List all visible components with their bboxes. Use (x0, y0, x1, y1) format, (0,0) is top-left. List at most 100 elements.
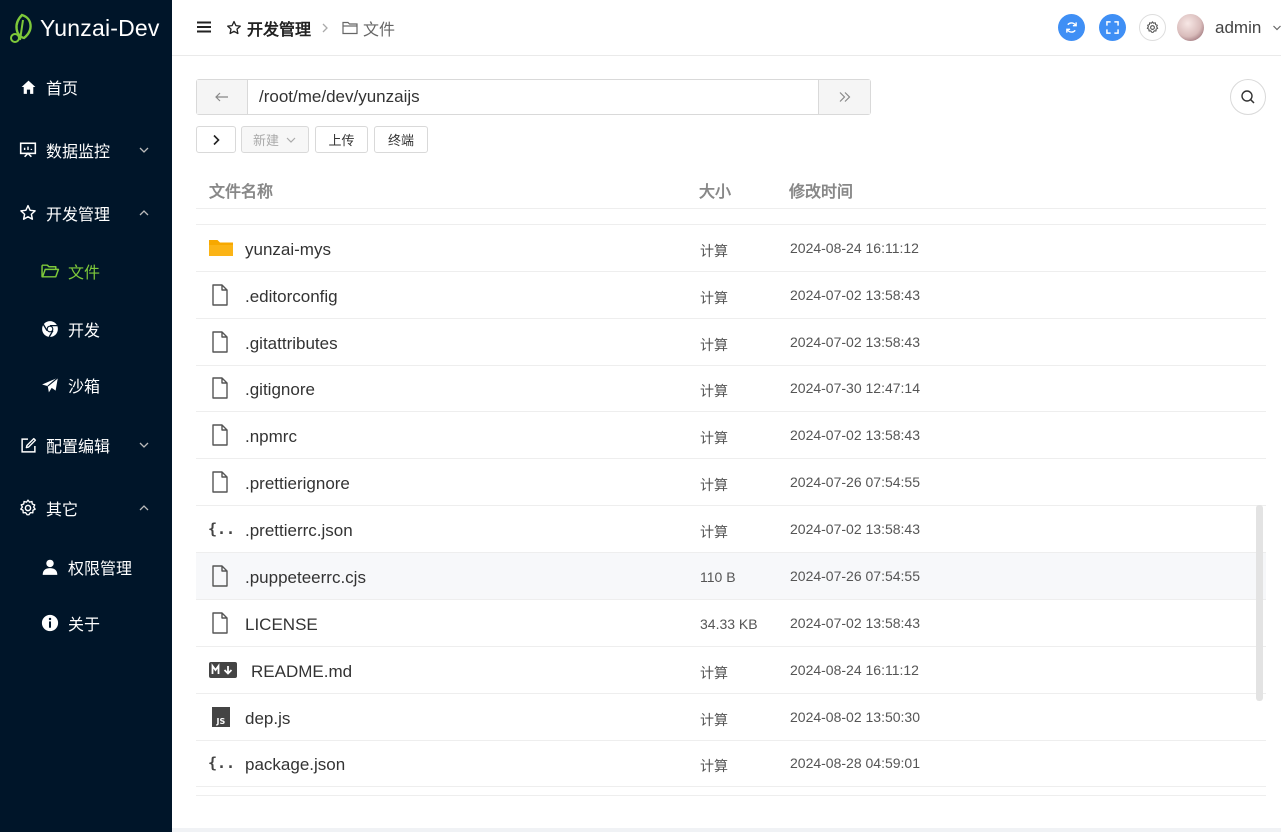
sidebar-item-about[interactable]: 关于 (0, 603, 172, 643)
file-time: 2024-07-26 07:54:55 (790, 474, 920, 490)
sidebar-item-sandbox[interactable]: 沙箱 (0, 365, 172, 405)
table-row[interactable]: .gitignore 计算 2024-07-30 12:47:14 (196, 365, 1266, 412)
table-row[interactable]: JS dep.js 计算 2024-08-02 13:50:30 (196, 694, 1266, 741)
expand-button[interactable] (196, 126, 236, 153)
file-icon (212, 612, 228, 634)
file-time: 2024-07-02 13:58:43 (790, 521, 920, 537)
file-name[interactable]: LICENSE (245, 615, 318, 635)
sidebar-item-other[interactable]: 其它 (0, 488, 172, 528)
file-name[interactable]: README.md (251, 662, 352, 682)
table-header: 文件名称 大小 修改时间 (196, 166, 1266, 209)
file-name[interactable]: .puppeteerrc.cjs (245, 568, 366, 588)
file-size[interactable]: 计算 (700, 756, 728, 776)
breadcrumb-dev-management[interactable]: 开发管理 (226, 0, 311, 56)
sidebar: Yunzai-Dev 首页 数据监控 开发管理 文件 开发 沙箱 配置编辑 其它… (0, 0, 172, 832)
column-header-name[interactable]: 文件名称 (209, 178, 273, 202)
table-row[interactable]: README.md 计算 2024-08-24 16:11:12 (196, 647, 1266, 694)
file-name[interactable]: .npmrc (245, 427, 297, 447)
sidebar-item-dev-management[interactable]: 开发管理 (0, 193, 172, 233)
file-icon (212, 471, 228, 493)
file-name[interactable]: .prettierignore (245, 474, 350, 494)
file-size[interactable]: 计算 (700, 288, 728, 308)
file-size[interactable]: 110 B (700, 569, 736, 585)
sidebar-item-files[interactable]: 文件 (0, 251, 172, 291)
sidebar-item-label: 开发管理 (46, 207, 111, 224)
file-name[interactable]: .prettierrc.json (245, 521, 353, 541)
refresh-button[interactable] (1058, 14, 1085, 41)
search-button[interactable] (1230, 79, 1266, 115)
column-header-size[interactable]: 大小 (699, 178, 731, 202)
breadcrumb-label: 开发管理 (247, 22, 312, 39)
upload-button[interactable]: 上传 (315, 126, 368, 153)
file-size[interactable]: 计算 (700, 710, 728, 730)
new-label: 新建 (252, 133, 279, 148)
new-dropdown-button[interactable]: 新建 (241, 126, 309, 153)
settings-button[interactable] (1139, 14, 1166, 41)
file-size[interactable]: 计算 (700, 663, 728, 683)
table-row[interactable]: .editorconfig 计算 2024-07-02 13:58:43 (196, 272, 1266, 319)
avatar[interactable] (1177, 14, 1204, 41)
file-name[interactable]: yunzai-mys (245, 240, 331, 260)
file-size[interactable]: 34.33 KB (700, 616, 758, 632)
markdown-file-icon (209, 662, 237, 678)
table-row[interactable]: {..} package.json 计算 2024-08-28 04:59:01 (196, 740, 1266, 787)
file-name[interactable]: dep.js (245, 709, 290, 729)
chevron-down-icon[interactable] (1273, 24, 1281, 32)
table-scrollbar[interactable] (1256, 505, 1263, 701)
file-size[interactable]: 计算 (700, 381, 728, 401)
table-row[interactable]: .npmrc 计算 2024-07-02 13:58:43 (196, 412, 1266, 459)
chevron-up-icon (139, 210, 149, 216)
file-icon (212, 377, 228, 399)
file-size[interactable]: 计算 (700, 475, 728, 495)
file-time: 2024-07-02 13:58:43 (790, 334, 920, 350)
leaf-logo-icon (10, 13, 32, 43)
breadcrumb-label: 文件 (363, 22, 396, 39)
sidebar-item-home[interactable]: 首页 (0, 67, 172, 107)
fullscreen-button[interactable] (1099, 14, 1126, 41)
username[interactable]: admin (1215, 18, 1261, 38)
svg-text:JS: JS (216, 717, 226, 726)
sidebar-item-label: 关于 (68, 617, 101, 634)
sidebar-item-label: 开发 (68, 323, 101, 340)
sidebar-item-develop[interactable]: 开发 (0, 309, 172, 349)
file-time: 2024-08-28 04:59:01 (790, 755, 920, 771)
file-name[interactable]: .gitignore (245, 380, 315, 400)
folder-icon (209, 240, 233, 256)
file-time: 2024-08-24 16:11:12 (790, 662, 919, 678)
sidebar-item-config-edit[interactable]: 配置编辑 (0, 425, 172, 465)
logo[interactable]: Yunzai-Dev (0, 0, 172, 56)
sidebar-item-label: 其它 (46, 502, 79, 519)
file-size[interactable]: 计算 (700, 428, 728, 448)
table-row[interactable]: .puppeteerrc.cjs 110 B 2024-07-26 07:54:… (196, 553, 1266, 600)
go-button[interactable] (818, 80, 870, 114)
breadcrumb-files[interactable]: 文件 (342, 0, 395, 56)
file-name[interactable]: .gitattributes (245, 334, 338, 354)
sidebar-item-data-monitor[interactable]: 数据监控 (0, 130, 172, 170)
file-size[interactable]: 计算 (700, 335, 728, 355)
search-icon (1241, 90, 1255, 104)
menu-toggle-icon[interactable] (196, 19, 212, 35)
table-row[interactable]: {..} .prettierrc.json 计算 2024-07-02 13:5… (196, 506, 1266, 553)
send-icon (40, 375, 60, 395)
file-name[interactable]: .editorconfig (245, 287, 338, 307)
file-time: 2024-07-02 13:58:43 (790, 615, 920, 631)
file-size[interactable]: 计算 (700, 241, 728, 261)
terminal-button[interactable]: 终端 (374, 126, 428, 153)
file-time: 2024-07-30 12:47:14 (790, 380, 920, 396)
file-size[interactable]: 计算 (700, 522, 728, 542)
table-row[interactable]: yunzai-mys 计算 2024-08-24 16:11:12 (196, 225, 1266, 272)
table-row[interactable]: .gitattributes 计算 2024-07-02 13:58:43 (196, 319, 1266, 366)
back-button[interactable] (197, 80, 248, 114)
path-bar (196, 79, 871, 115)
sidebar-item-permissions[interactable]: 权限管理 (0, 547, 172, 587)
file-name[interactable]: package.json (245, 755, 345, 775)
column-header-time[interactable]: 修改时间 (789, 178, 853, 202)
json-file-icon: {..} (208, 520, 234, 538)
top-header: 开发管理 文件 admin (172, 0, 1281, 56)
sidebar-item-label: 首页 (46, 81, 79, 98)
table-row[interactable]: .prettierignore 计算 2024-07-26 07:54:55 (196, 459, 1266, 506)
arrow-left-icon (215, 92, 228, 102)
chevron-down-icon (139, 147, 149, 153)
path-input[interactable] (248, 80, 818, 114)
table-row[interactable]: LICENSE 34.33 KB 2024-07-02 13:58:43 (196, 600, 1266, 647)
